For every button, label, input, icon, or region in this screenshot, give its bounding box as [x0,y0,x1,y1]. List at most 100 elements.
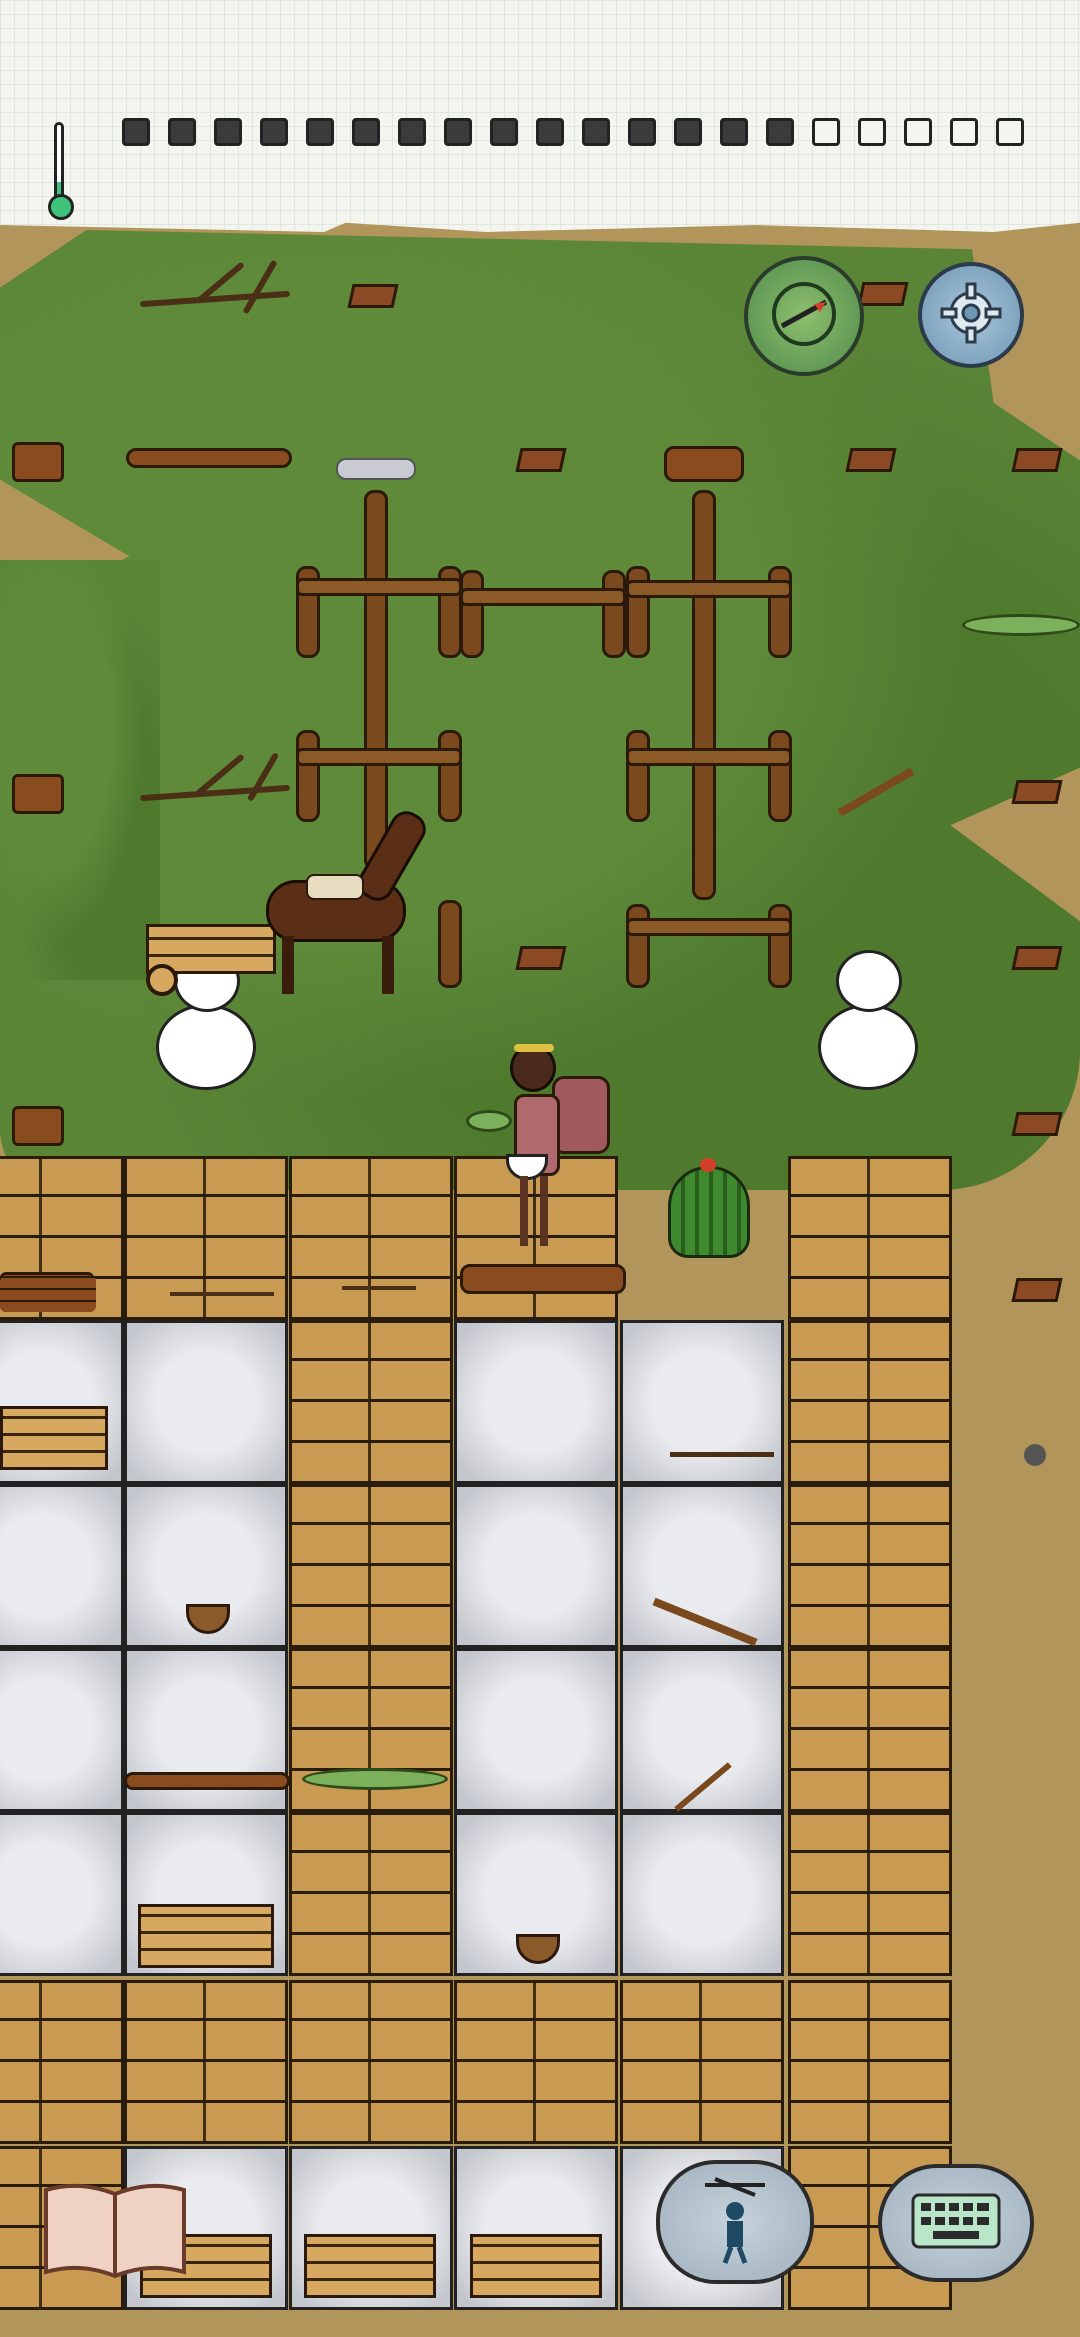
banana-leaf[interactable] [302,1768,448,1790]
wooden-crate[interactable] [470,2234,602,2298]
stone-floor-tile[interactable] [0,1648,124,1812]
food-pip [858,118,886,146]
food-pip [306,118,334,146]
food-pip [168,118,196,146]
player-character[interactable] [496,1036,616,1258]
kindling[interactable] [170,1262,274,1296]
flat-stone[interactable] [336,458,416,480]
adobe-brick[interactable] [347,284,399,308]
stone-floor-tile[interactable] [0,1812,124,1976]
wood-floor-tile[interactable] [454,1980,618,2144]
firewood-bundle[interactable] [12,1106,64,1146]
adobe-brick[interactable] [1011,1112,1063,1136]
recipe-book-button[interactable] [40,2176,190,2280]
fence-rail[interactable] [626,748,792,766]
wooden-crate[interactable] [138,1904,274,1968]
wood-floor-tile[interactable] [289,1320,453,1484]
adobe-brick[interactable] [1011,946,1063,970]
food-pip [766,118,794,146]
banana-leaf[interactable] [962,614,1080,636]
settings-button[interactable] [918,262,1024,368]
recipe-book-icon [40,2183,190,2284]
fence-post[interactable] [768,730,792,822]
fence-rail[interactable] [296,578,462,596]
wood-floor-tile[interactable] [289,1980,453,2144]
kindling[interactable] [342,1262,416,1290]
wood-floor-tile[interactable] [788,1156,952,1320]
wood-floor-tile[interactable] [620,1980,784,2144]
adobe-brick[interactable] [515,946,567,970]
wood-floor-tile[interactable] [289,1812,453,1976]
fence-post[interactable] [692,490,716,900]
food-pip [950,118,978,146]
food-pip [260,118,288,146]
food-pip [122,118,150,146]
puppet-icon [695,2175,775,2269]
stone-floor-tile[interactable] [454,1320,618,1484]
fence-rail[interactable] [626,580,792,598]
wooden-crate[interactable] [304,2234,436,2298]
log[interactable] [664,446,744,482]
firewood-bundle[interactable] [12,442,64,482]
adobe-brick[interactable] [515,448,567,472]
fence-post[interactable] [626,904,650,988]
keyboard-icon [911,2193,1001,2253]
adobe-brick[interactable] [857,282,909,306]
fence-rail[interactable] [626,918,792,936]
fence-post[interactable] [460,570,484,658]
log[interactable] [460,1264,626,1294]
food-pip [444,118,472,146]
adobe-brick[interactable] [1011,780,1063,804]
wood-floor-tile[interactable] [788,1320,952,1484]
firewood-pile[interactable] [0,1276,96,1312]
hud-paper-bar [0,0,1080,232]
fence-post[interactable] [626,730,650,822]
food-pip [674,118,702,146]
stone-floor-tile[interactable] [0,1484,124,1648]
adobe-brick[interactable] [1011,448,1063,472]
wood-floor-tile[interactable] [788,1812,952,1976]
dead-branch[interactable] [139,259,291,320]
compass-button[interactable] [744,256,864,376]
wooden-crate[interactable] [0,1406,108,1470]
food-pip [536,118,564,146]
food-pip [490,118,518,146]
wood-floor-tile[interactable] [289,1156,453,1320]
gear-icon [936,278,1006,352]
round-stone[interactable] [1024,1444,1046,1466]
adobe-brick[interactable] [1011,1278,1063,1302]
fence-rail[interactable] [460,588,626,606]
horse-cart[interactable] [146,800,482,1000]
fence-post[interactable] [768,904,792,988]
banana-leaf[interactable] [466,1110,512,1132]
grass-patch[interactable] [0,560,160,980]
wood-floor-tile[interactable] [788,1980,952,2144]
fence-rail[interactable] [296,748,462,766]
log[interactable] [126,448,292,468]
food-pip [214,118,242,146]
food-pip [720,118,748,146]
wood-floor-tile[interactable] [0,1980,124,2144]
log[interactable] [124,1772,290,1790]
stone-floor-tile[interactable] [454,1484,618,1648]
fence-post[interactable] [602,570,626,658]
stone-floor-tile[interactable] [454,1648,618,1812]
thermometer [48,122,74,222]
wood-floor-tile[interactable] [788,1484,952,1648]
firewood-bundle[interactable] [12,774,64,814]
food-pip [582,118,610,146]
snowman[interactable] [818,940,922,1090]
wood-floor-tile[interactable] [124,1980,288,2144]
arrow-tool[interactable] [670,1452,774,1457]
stone-floor-tile[interactable] [620,1812,784,1976]
chat-keyboard-button[interactable] [878,2164,1034,2282]
barrel-cactus[interactable] [668,1166,750,1258]
wood-floor-tile[interactable] [289,1484,453,1648]
game-world[interactable] [0,0,1080,2337]
emote-button[interactable] [656,2160,814,2284]
wood-floor-tile[interactable] [788,1648,952,1812]
stone-floor-tile[interactable] [620,1320,784,1484]
adobe-brick[interactable] [845,448,897,472]
food-pip [628,118,656,146]
stone-floor-tile[interactable] [124,1320,288,1484]
